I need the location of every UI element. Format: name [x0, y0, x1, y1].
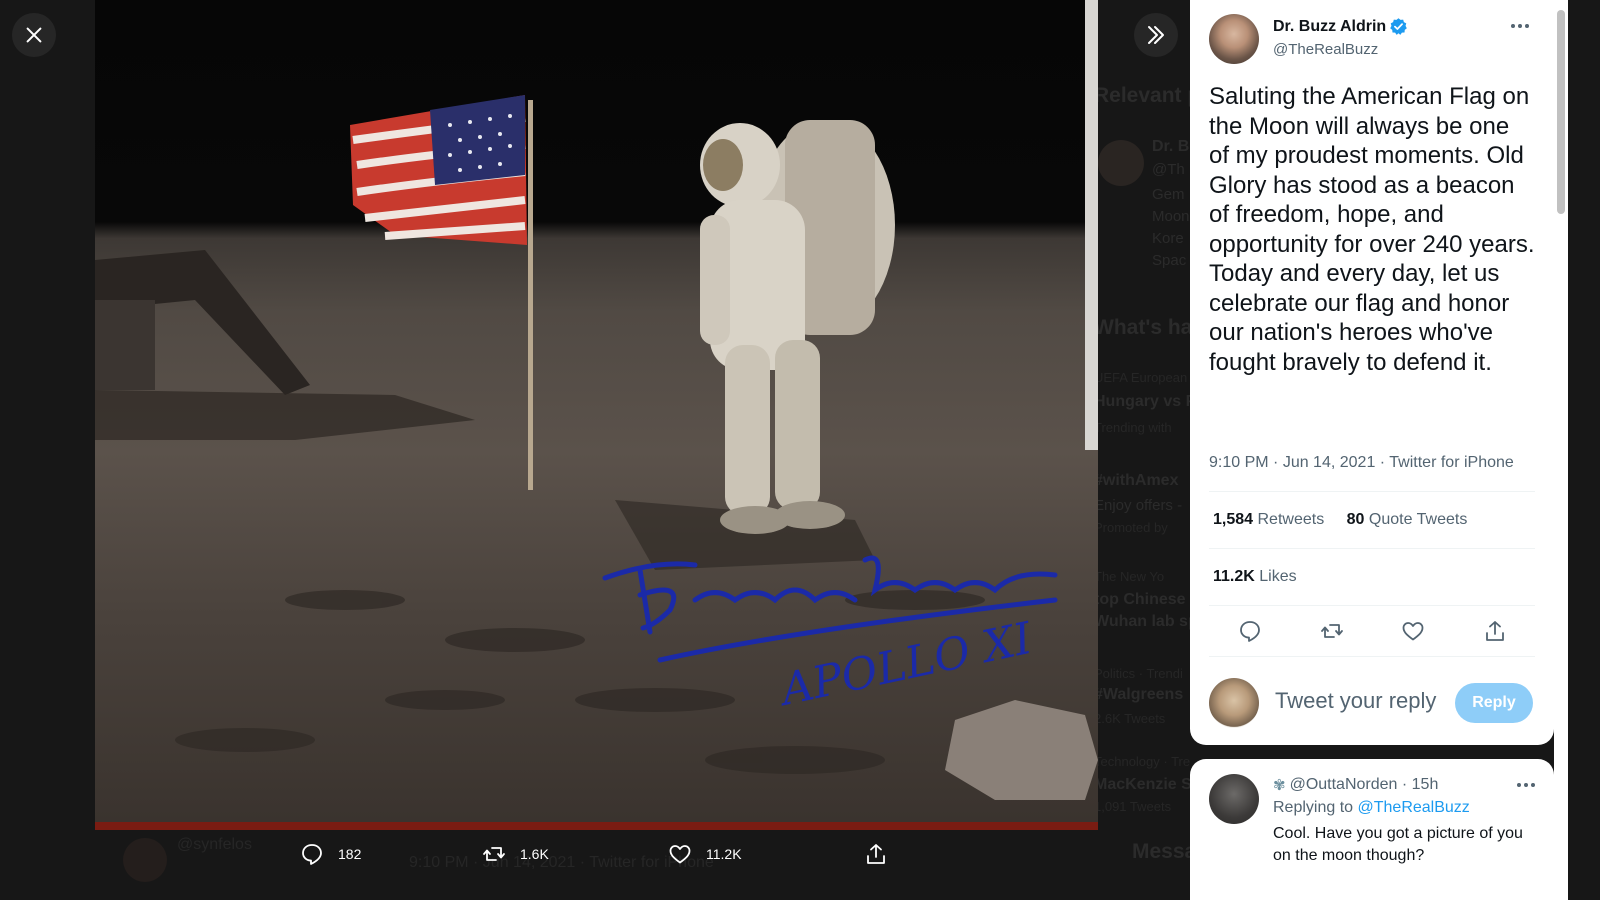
- background-sidebar-text: What's ha: [1094, 316, 1190, 339]
- background-sidebar-text: The New Yo: [1094, 569, 1165, 584]
- retweets-label: Retweets: [1257, 511, 1325, 528]
- divider: [1209, 548, 1535, 549]
- author-name-text: Dr. Buzz Aldrin: [1273, 17, 1387, 35]
- reply-input[interactable]: Tweet your reply: [1275, 688, 1436, 714]
- scrollbar[interactable]: [1554, 0, 1568, 900]
- moon-photo-illustration: APOLLO XI: [95, 0, 1098, 800]
- author-handle[interactable]: @TheRealBuzz: [1273, 41, 1378, 58]
- tweet-time[interactable]: 9:10 PM: [1209, 454, 1269, 471]
- background-sidebar-text: 2.6K Tweets: [1094, 711, 1166, 726]
- background-sidebar-text: Hungary vs P: [1094, 393, 1190, 410]
- reply-header: ✾ @OuttaNorden · 15h: [1273, 776, 1438, 794]
- background-sidebar-text: #withAmex: [1094, 472, 1179, 489]
- background-sidebar-text: Promoted by: [1094, 520, 1168, 535]
- retweets-stat[interactable]: 1,584 Retweets: [1213, 511, 1324, 528]
- scrollbar-thumb[interactable]: [1557, 10, 1565, 214]
- reply-action[interactable]: 182: [300, 842, 361, 866]
- reply-icon[interactable]: [1238, 619, 1262, 643]
- replying-to-link[interactable]: @TheRealBuzz: [1358, 799, 1470, 816]
- retweet-count: 1.6K: [520, 846, 549, 862]
- background-sidebar-text: top Chinese: [1094, 591, 1186, 608]
- separator-dot: ·: [1397, 776, 1412, 793]
- author-avatar[interactable]: [1209, 14, 1259, 64]
- more-dots-icon: [1517, 783, 1535, 787]
- background-sidebar-text: Trending with: [1094, 420, 1172, 435]
- tweet-detail-panel: Dr. Buzz Aldrin @TheRealBuzz Saluting th…: [1190, 0, 1554, 745]
- quote-tweets-stat[interactable]: 80 Quote Tweets: [1347, 511, 1468, 528]
- reply-icon: [302, 844, 322, 865]
- quote-tweets-label: Quote Tweets: [1368, 511, 1468, 528]
- media-action-bar: 182 1.6K 11.2K: [300, 842, 900, 872]
- share-action[interactable]: [864, 842, 902, 866]
- background-sidebar-text: MacKenzie Sc: [1094, 776, 1190, 793]
- tweet-date[interactable]: Jun 14, 2021: [1283, 454, 1376, 471]
- retweets-count: 1,584: [1213, 511, 1254, 528]
- flower-icon: ✾: [1273, 777, 1286, 794]
- background-sidebar: Relevant p Dr. B @Th Gem Moon Kore Spac What's …: [1090, 0, 1190, 900]
- more-options-button[interactable]: [1504, 14, 1536, 38]
- background-sidebar-text: Kore: [1152, 230, 1184, 247]
- quote-tweets-count: 80: [1346, 511, 1365, 528]
- background-reply-avatar: [123, 838, 167, 882]
- close-icon: [26, 27, 42, 43]
- verified-badge-icon: [1390, 18, 1407, 35]
- reply-count: 182: [338, 846, 362, 862]
- likes-count: 11.2K: [1213, 568, 1255, 585]
- tweet-source[interactable]: Twitter for iPhone: [1389, 454, 1514, 471]
- share-icon[interactable]: [1483, 619, 1507, 643]
- retweet-icon: [483, 847, 505, 861]
- reply-button[interactable]: Reply: [1455, 683, 1533, 723]
- background-avatar: [1098, 140, 1144, 186]
- background-sidebar-text: UEFA European: [1094, 370, 1188, 385]
- reply-text: Cool. Have you got a picture of you on t…: [1273, 825, 1523, 864]
- replying-to: Replying to @TheRealBuzz: [1273, 799, 1470, 817]
- background-sidebar-text: Messa: [1132, 840, 1190, 863]
- more-dots-icon: [1511, 24, 1529, 28]
- retweet-action[interactable]: 1.6K: [482, 842, 549, 866]
- divider: [1209, 656, 1535, 657]
- heart-icon: [669, 845, 691, 864]
- background-sidebar-text: Politics · Trendi: [1094, 666, 1183, 681]
- inscription-text: APOLLO XI: [773, 613, 1038, 717]
- reply-more-button[interactable]: [1516, 775, 1536, 793]
- tweet-action-row: [1209, 614, 1535, 648]
- reply-author-avatar[interactable]: [1209, 774, 1259, 824]
- replying-to-label: Replying to: [1273, 799, 1354, 816]
- reply-tweet[interactable]: ✾ @OuttaNorden · 15h Replying to @TheRea…: [1190, 759, 1554, 900]
- background-sidebar-text: Wuhan lab sp: [1094, 613, 1190, 630]
- current-user-avatar[interactable]: [1209, 678, 1259, 728]
- reply-age[interactable]: 15h: [1412, 776, 1439, 794]
- share-icon: [867, 844, 885, 864]
- background-sidebar-text: Relevant p: [1094, 84, 1190, 107]
- heart-icon[interactable]: [1401, 619, 1425, 643]
- divider: [1209, 605, 1535, 606]
- background-sidebar-text: @Th: [1152, 161, 1185, 178]
- background-sidebar-text: Dr. B: [1152, 138, 1190, 155]
- like-count: 11.2K: [706, 846, 742, 862]
- tweet-meta: 9:10 PM · Jun 14, 2021 · Twitter for iPh…: [1209, 454, 1514, 471]
- background-handle: @synfelos: [177, 836, 252, 853]
- retweet-icon[interactable]: [1320, 619, 1344, 643]
- tweet-stats-row: 1,584 Retweets 80 Quote Tweets: [1213, 511, 1485, 529]
- background-sidebar-text: Spac: [1152, 252, 1187, 269]
- reply-author-handle[interactable]: @OuttaNorden: [1290, 776, 1398, 794]
- background-sidebar-text: Gem: [1152, 186, 1185, 203]
- chevron-double-right-icon: [1148, 26, 1164, 44]
- likes-row: 11.2K Likes: [1213, 568, 1315, 586]
- close-button[interactable]: [12, 13, 56, 57]
- like-action[interactable]: 11.2K: [668, 842, 742, 866]
- background-sidebar-text: Moon: [1152, 208, 1190, 225]
- likes-stat[interactable]: 11.2K Likes: [1213, 568, 1297, 585]
- background-sidebar-text: Technology · Tre: [1094, 754, 1190, 769]
- expand-button[interactable]: [1134, 13, 1178, 57]
- background-sidebar-text: Enjoy offers -: [1094, 497, 1183, 514]
- tweet-text: Saluting the American Flag on the Moon w…: [1209, 83, 1535, 376]
- divider: [1209, 491, 1535, 492]
- likes-label: Likes: [1259, 568, 1297, 585]
- background-sidebar-text: #Walgreens: [1094, 686, 1184, 703]
- tweet-photo[interactable]: APOLLO XI: [95, 0, 1098, 830]
- author-name[interactable]: Dr. Buzz Aldrin: [1273, 17, 1408, 36]
- background-sidebar-text: 1,091 Tweets: [1094, 799, 1172, 814]
